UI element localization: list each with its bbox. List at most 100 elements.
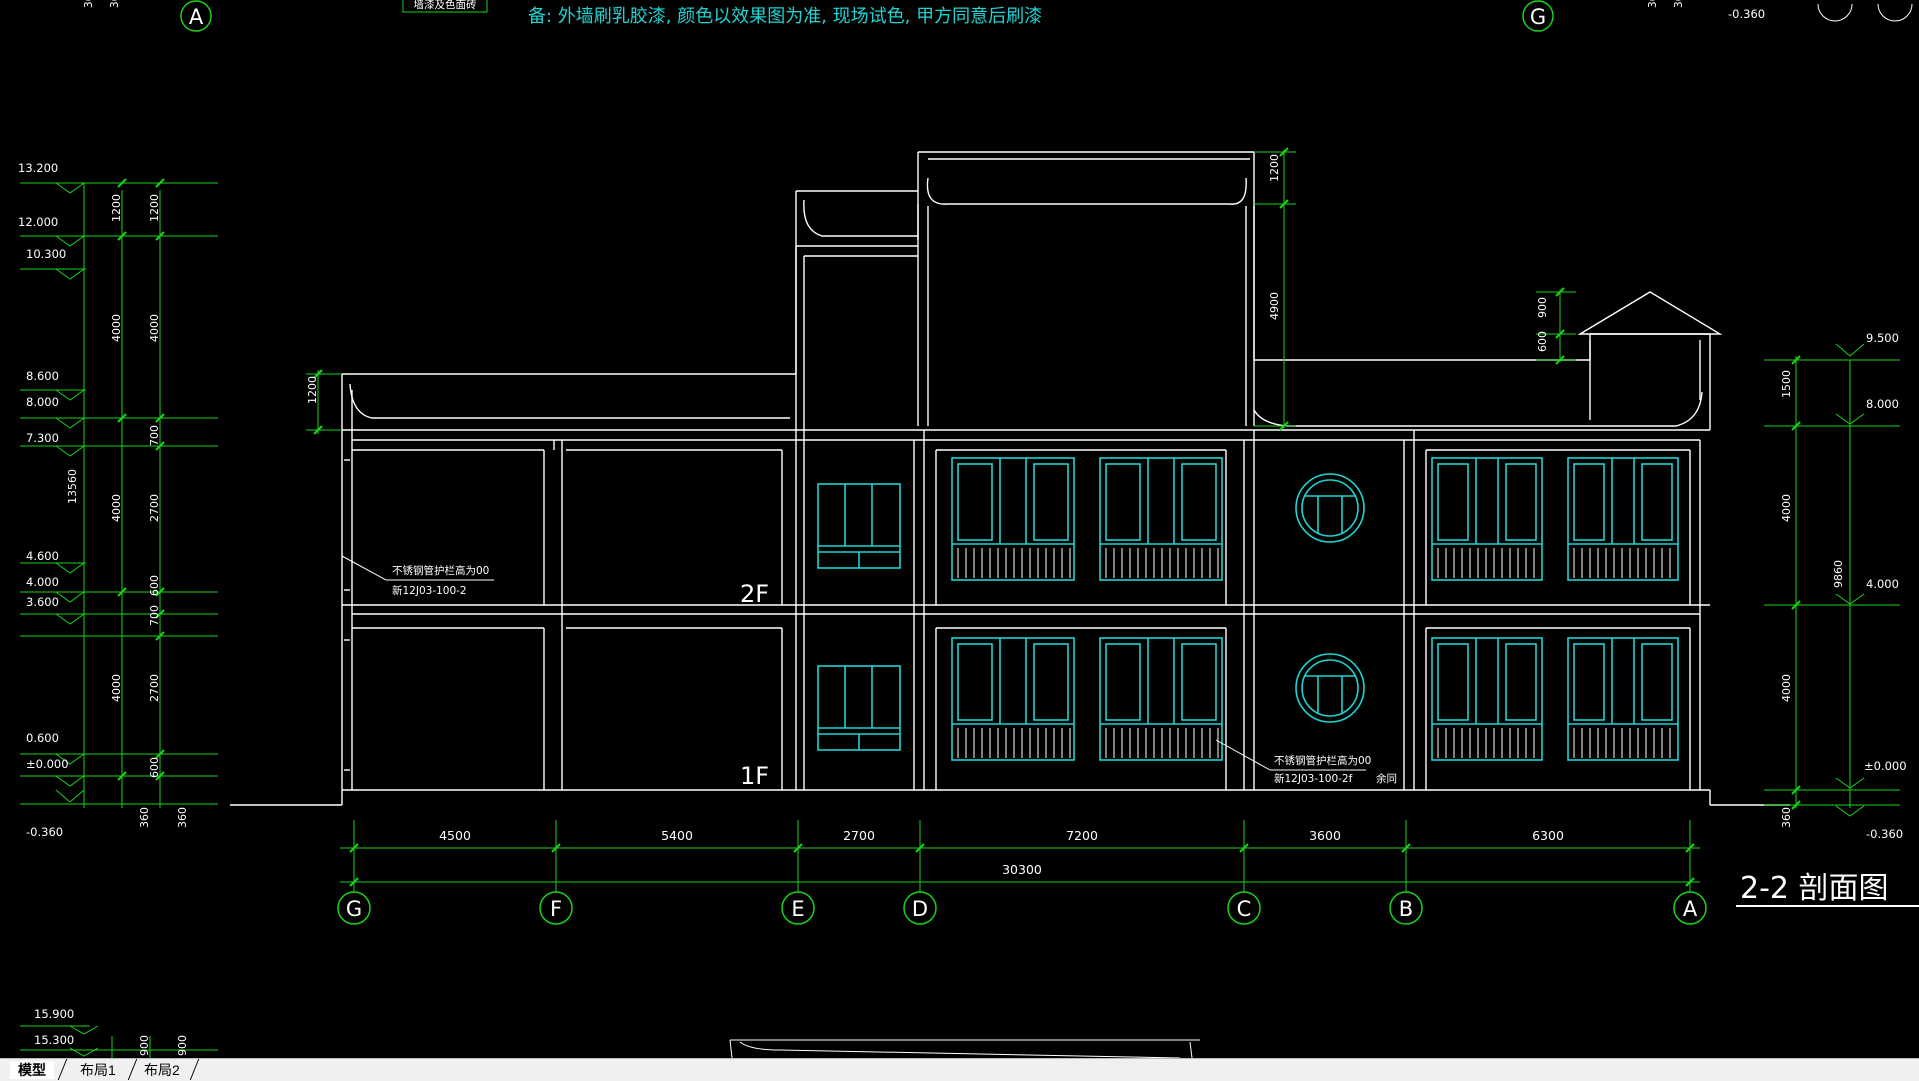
left-dim-outer-2: 4000 (110, 314, 123, 342)
left-dim-outer-1: 1200 (110, 194, 123, 222)
bay-dim-3600: 3600 (1309, 828, 1341, 843)
tab-separator (189, 1059, 200, 1080)
bottom-dimensions: 4500 5400 2700 7200 3600 6300 30300 (340, 820, 1700, 892)
parapet-dim: 1200 (306, 376, 319, 404)
elev-4000: 4.000 (26, 575, 59, 589)
axis-bubble-top-a: A (180, 0, 212, 32)
top-left-tick-2: 360 (109, 0, 121, 8)
axis-label: A (189, 5, 204, 29)
round-window-1f (1295, 653, 1365, 723)
right-elev-minus-0360: -0.360 (1866, 827, 1903, 841)
tower-dim-4900: 4900 (1268, 292, 1281, 320)
railing-note-upper: 不锈钢管护栏高为00 新12J03-100-2 (341, 555, 494, 597)
left-bottom-dim-1: 360 (138, 807, 151, 828)
pavilion-dim-600: 600 (1536, 331, 1549, 352)
exterior-paint-note: 备: 外墙刷乳胶漆, 颜色以效果图为准, 现场试色, 甲方同意后刷漆 (528, 6, 1042, 27)
axis-bubble-a: A (1673, 891, 1707, 925)
window-d-2f-1 (951, 457, 1075, 581)
window-d-1f-1 (951, 637, 1075, 761)
railing-note-line: 不锈钢管护栏高为00 (1274, 754, 1371, 767)
elev-10300: 10.300 (26, 247, 66, 261)
elev-3600: 3.600 (26, 595, 59, 609)
axis-label: E (791, 897, 804, 921)
upper-dimensions: 1200 1200 4900 900 600 (306, 147, 1576, 435)
elev-12000: 12.000 (18, 215, 58, 229)
left-elevation-column: 13.200 12.000 10.300 8.600 8.000 7.300 4… (18, 161, 218, 839)
windows (817, 457, 1679, 761)
bottom-elev-15300: 15.300 (34, 1033, 74, 1047)
layout-tab-bar: 模型 布局1 布局2 (0, 1058, 1919, 1081)
right-elevation-column: 9.500 8.000 4.000 ±0.000 -0.360 1500 400… (1764, 331, 1907, 841)
total-dim: 30300 (1002, 862, 1042, 877)
top-right-elevation: -0.360 (1728, 7, 1765, 21)
left-dim-inner-5: 600 (148, 575, 161, 596)
tab-layout-2[interactable]: 布局2 (136, 1061, 188, 1079)
elev-8600: 8.600 (26, 369, 59, 383)
axis-label: B (1399, 897, 1413, 921)
axis-label: A (1683, 897, 1698, 921)
window-d-2f-2 (1099, 457, 1223, 581)
railing-note-line: 余同 (1376, 772, 1397, 785)
drawing-title: 2-2 剖面图 (1740, 871, 1889, 906)
right-dim-total: 9860 (1832, 560, 1845, 588)
building-section (230, 151, 1790, 806)
elev-minus-0360: -0.360 (26, 825, 63, 839)
tab-layout-1[interactable]: 布局1 (72, 1061, 124, 1079)
top-right-symbol (1817, 3, 1853, 22)
top-left-tick-1: 360 (83, 0, 95, 8)
top-right-tick-2: 360 (1673, 0, 1685, 8)
railing-note-line: 不锈钢管护栏高为00 (392, 564, 489, 577)
right-dim-4000-upper: 4000 (1780, 494, 1793, 522)
bay-dim-5400: 5400 (661, 828, 693, 843)
right-elev-9500: 9.500 (1866, 331, 1899, 345)
axis-label: D (912, 897, 928, 921)
tower-dim-1200: 1200 (1268, 154, 1281, 182)
right-dim-4000-lower: 4000 (1780, 674, 1793, 702)
pavilion-dim-900: 900 (1536, 297, 1549, 318)
railing-note-line: 新12J03-100-2f (1274, 772, 1353, 785)
next-drawing-fragment: 15.900 15.300 900 900 (20, 1007, 1200, 1058)
left-bottom-dim-2: 360 (176, 807, 189, 828)
tab-model[interactable]: 模型 (10, 1061, 54, 1079)
left-dim-outer-4: 4000 (110, 674, 123, 702)
elev-13200: 13.200 (18, 161, 58, 175)
left-dim-inner-7: 2700 (148, 674, 161, 702)
stair-window-1f (817, 665, 901, 751)
tab-separator (57, 1059, 68, 1080)
left-dim-outer-3: 4000 (110, 494, 123, 522)
floor-label-1f: 1F (740, 762, 769, 790)
right-dim-360: 360 (1780, 807, 1793, 828)
bay-dim-7200: 7200 (1066, 828, 1098, 843)
top-stub-label: 墙漆及色面砖 (414, 0, 477, 11)
cad-drawing-canvas[interactable]: 360 360 A 墙漆及色面砖 备: 外墙刷乳胶漆, 颜色以效果图为准, 现场… (0, 0, 1919, 1058)
axis-label: G (1530, 5, 1546, 29)
axis-bubble-e: E (781, 891, 815, 925)
axis-bubbles-bottom: G F E D C B A (337, 891, 1707, 925)
axis-label: G (346, 897, 362, 921)
left-dim-inner-4: 2700 (148, 494, 161, 522)
bay-dim-6300: 6300 (1532, 828, 1564, 843)
right-dim-1500: 1500 (1780, 370, 1793, 398)
window-d-1f-2 (1099, 637, 1223, 761)
axis-bubble-top-g: G (1522, 0, 1554, 32)
left-dim-total: 13560 (66, 469, 79, 504)
elev-7300: 7.300 (26, 431, 59, 445)
left-dim-inner-6: 700 (148, 605, 161, 626)
bottom-dim-2: 900 (176, 1035, 189, 1056)
axis-bubble-b: B (1389, 891, 1423, 925)
elev-4600: 4.600 (26, 549, 59, 563)
right-elev-4000: 4.000 (1866, 577, 1899, 591)
floor-label-2f: 2F (740, 580, 769, 608)
railing-note-lower: 不锈钢管护栏高为00 新12J03-100-2f 余同 (1215, 739, 1397, 785)
axis-bubble-c: C (1227, 891, 1261, 925)
left-dim-inner-3: 700 (148, 425, 161, 446)
left-dim-inner-8: 600 (148, 757, 161, 778)
right-elev-000: ±0.000 (1864, 759, 1907, 773)
elev-8000: 8.000 (26, 395, 59, 409)
left-dim-inner-1: 1200 (148, 194, 161, 222)
bottom-elev-15900: 15.900 (34, 1007, 74, 1021)
top-right-symbol-2 (1877, 3, 1913, 22)
bay-dim-4500: 4500 (439, 828, 471, 843)
railing-note-line: 新12J03-100-2 (392, 584, 467, 597)
top-right-tick-1: 360 (1647, 0, 1659, 8)
